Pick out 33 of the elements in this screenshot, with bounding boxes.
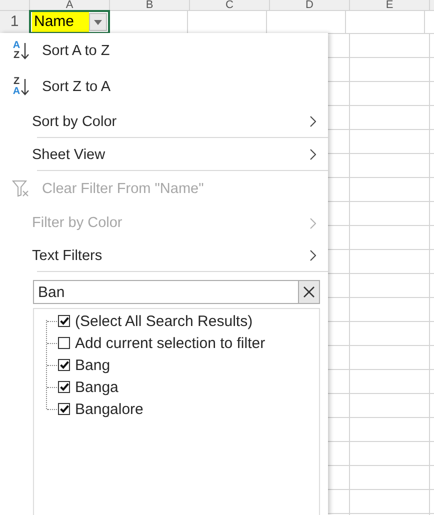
value-label[interactable]: Bangalore: [75, 400, 144, 418]
column-header[interactable]: C: [190, 0, 270, 10]
filter-dropdown-button[interactable]: [89, 13, 107, 31]
chevron-right-icon: [310, 116, 316, 127]
menu-item[interactable]: Text Filters: [0, 239, 328, 272]
column-header[interactable]: E: [350, 0, 430, 10]
caret-icon: [94, 20, 102, 24]
menu-item[interactable]: Sort by Color: [0, 105, 328, 138]
clear-filter-icon: [12, 180, 30, 198]
value-label[interactable]: (Select All Search Results): [75, 312, 253, 330]
checkbox[interactable]: [58, 381, 70, 393]
checkbox[interactable]: [58, 403, 70, 415]
value-label[interactable]: Bang: [75, 356, 110, 374]
menu-item[interactable]: Sheet View: [0, 138, 328, 171]
column-header[interactable]: B: [110, 0, 190, 10]
header-cell[interactable]: Name: [30, 11, 109, 33]
column-header[interactable]: A: [30, 0, 110, 10]
menu-item[interactable]: A Z Sort A to Z: [0, 33, 328, 69]
search-field[interactable]: Ban: [33, 280, 298, 304]
chevron-right-icon: [310, 149, 316, 160]
close-icon: [303, 286, 315, 298]
chevron-right-icon: [310, 250, 316, 261]
cell-text: Name: [32, 12, 89, 32]
checkbox[interactable]: [58, 337, 70, 349]
clear-search-button[interactable]: [298, 280, 320, 304]
row-header[interactable]: 1: [0, 11, 30, 33]
menu-item[interactable]: Z A Sort Z to A: [0, 69, 328, 105]
checkbox[interactable]: [58, 359, 70, 371]
column-header[interactable]: D: [270, 0, 350, 10]
value-label[interactable]: Add current selection to filter: [75, 334, 266, 352]
chevron-right-icon: [310, 218, 316, 228]
checkbox[interactable]: [58, 315, 70, 327]
value-label[interactable]: Banga: [75, 378, 118, 396]
